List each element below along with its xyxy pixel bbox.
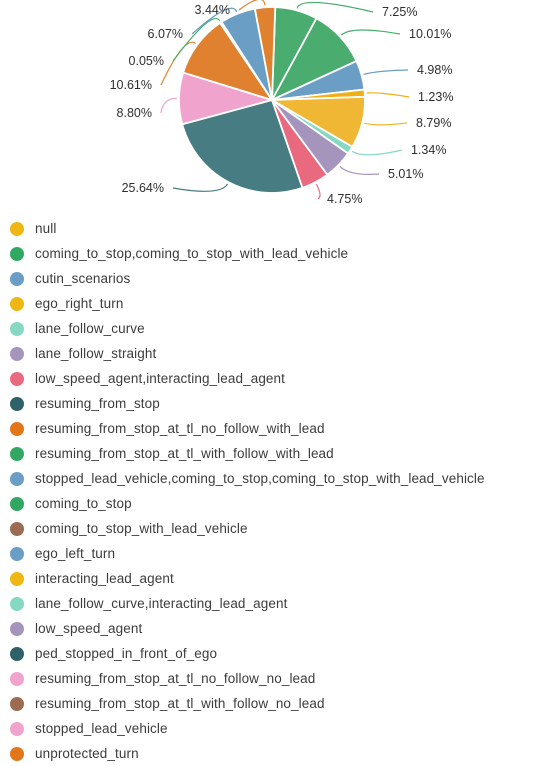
pie-slice-percent-label: 1.23% (418, 90, 453, 104)
legend-color-swatch (10, 446, 24, 461)
legend-item[interactable]: low_speed_agent (0, 616, 558, 641)
legend-item-label: resuming_from_stop_at_tl_no_follow_with_… (35, 421, 325, 436)
legend-item[interactable]: interacting_lead_agent (0, 566, 558, 591)
pie-slice-percent-label: 0.05% (129, 54, 164, 68)
legend-item[interactable]: ego_right_turn (0, 291, 558, 316)
legend-item[interactable]: ego_left_turn (0, 541, 558, 566)
legend-item[interactable]: lane_follow_curve,interacting_lead_agent (0, 591, 558, 616)
pie-slice-percent-label: 4.98% (417, 63, 452, 77)
pie-chart-svg: 7.25% 10.01% 4.98% 1.23% 8.79% 1.34% 5.01% 4.75… (110, 0, 453, 206)
legend-item-label: stopped_lead_vehicle,coming_to_stop,comi… (35, 471, 485, 486)
legend-color-swatch (10, 746, 24, 761)
legend-color-swatch (10, 246, 24, 261)
legend-item[interactable]: ped_stopped_in_front_of_ego (0, 641, 558, 666)
legend-item[interactable]: coming_to_stop,coming_to_stop_with_lead_… (0, 241, 558, 266)
legend-item[interactable]: low_speed_agent,interacting_lead_agent (0, 366, 558, 391)
legend-color-swatch (10, 546, 24, 561)
legend-item-label: interacting_lead_agent (35, 571, 174, 586)
legend-item-label: coming_to_stop_with_lead_vehicle (35, 521, 248, 536)
pie-slice-percent-label: 10.61% (110, 78, 152, 92)
legend-item[interactable]: resuming_from_stop_at_tl_no_follow_with_… (0, 416, 558, 441)
legend-item[interactable]: null (0, 216, 558, 241)
chart-legend: null coming_to_stop,coming_to_stop_with_l… (0, 216, 558, 766)
pie-chart-figure: 7.25% 10.01% 4.98% 1.23% 8.79% 1.34% 5.01% 4.75… (0, 0, 558, 212)
legend-item[interactable]: resuming_from_stop (0, 391, 558, 416)
legend-item[interactable]: coming_to_stop (0, 491, 558, 516)
legend-item-label: resuming_from_stop_at_tl_no_follow_no_le… (35, 671, 316, 686)
legend-item-label: null (35, 221, 57, 236)
legend-color-swatch (10, 646, 24, 661)
legend-item-label: ped_stopped_in_front_of_ego (35, 646, 218, 661)
legend-item[interactable]: cutin_scenarios (0, 266, 558, 291)
legend-item-label: stopped_lead_vehicle (35, 721, 168, 736)
legend-color-swatch (10, 571, 24, 586)
legend-item-label: resuming_from_stop_at_tl_with_follow_no_… (35, 696, 325, 711)
legend-item[interactable]: stopped_lead_vehicle,coming_to_stop,comi… (0, 466, 558, 491)
legend-item-label: resuming_from_stop (35, 396, 160, 411)
legend-color-swatch (10, 696, 24, 711)
legend-color-swatch (10, 346, 24, 361)
legend-item-label: lane_follow_curve (35, 321, 145, 336)
pie-label-leader-line (296, 1, 374, 13)
pie-label-leader-line (363, 122, 408, 126)
legend-color-swatch (10, 521, 24, 536)
pie-label-leader-line (172, 183, 229, 192)
pie-slice-percent-label: 7.25% (382, 5, 417, 19)
pie-slice-percent-label: 4.75% (327, 192, 362, 206)
legend-color-swatch (10, 596, 24, 611)
legend-item[interactable]: unprotected_turn (0, 741, 558, 766)
legend-color-swatch (10, 671, 24, 686)
legend-item[interactable]: lane_follow_straight (0, 341, 558, 366)
legend-item[interactable]: coming_to_stop_with_lead_vehicle (0, 516, 558, 541)
pie-label-leader-line (366, 92, 410, 98)
pie-slice-percent-label: 8.80% (117, 106, 152, 120)
legend-item-label: cutin_scenarios (35, 271, 131, 286)
pie-label-leader-line (340, 29, 401, 36)
pie-label-leader-line (351, 149, 403, 156)
legend-color-swatch (10, 471, 24, 486)
pie-slice-percent-label: 3.44% (195, 3, 230, 17)
legend-color-swatch (10, 221, 24, 236)
legend-color-swatch (10, 621, 24, 636)
legend-color-swatch (10, 296, 24, 311)
legend-item-label: low_speed_agent,interacting_lead_agent (35, 371, 285, 386)
pie-label-leader-line (315, 183, 321, 200)
pie-slice-percent-label: 6.07% (148, 27, 183, 41)
legend-color-swatch (10, 496, 24, 511)
legend-item-label: ego_right_turn (35, 296, 124, 311)
pie-label-leader-line (363, 69, 409, 75)
legend-item-label: coming_to_stop,coming_to_stop_with_lead_… (35, 246, 349, 261)
legend-item[interactable]: resuming_from_stop_at_tl_with_follow_no_… (0, 691, 558, 716)
legend-item[interactable]: lane_follow_curve (0, 316, 558, 341)
legend-item[interactable]: resuming_from_stop_at_tl_no_follow_no_le… (0, 666, 558, 691)
pie-slice-percent-label: 10.01% (409, 27, 451, 41)
pie-label-leader-line (339, 165, 380, 175)
legend-item-label: lane_follow_curve,interacting_lead_agent (35, 596, 288, 611)
legend-color-swatch (10, 721, 24, 736)
legend-item[interactable]: stopped_lead_vehicle (0, 716, 558, 741)
pie-label-leader-line (160, 97, 178, 114)
pie-slice-percent-label: 5.01% (388, 167, 423, 181)
legend-color-swatch (10, 396, 24, 411)
legend-item-label: low_speed_agent (35, 621, 143, 636)
legend-color-swatch (10, 271, 24, 286)
legend-item-label: coming_to_stop (35, 496, 132, 511)
legend-item-label: lane_follow_straight (35, 346, 157, 361)
pie-slice-percent-label: 8.79% (416, 116, 451, 130)
legend-item-label: ego_left_turn (35, 546, 116, 561)
legend-color-swatch (10, 421, 24, 436)
legend-item-label: resuming_from_stop_at_tl_with_follow_wit… (35, 446, 334, 461)
legend-item[interactable]: resuming_from_stop_at_tl_with_follow_wit… (0, 441, 558, 466)
legend-color-swatch (10, 371, 24, 386)
legend-item-label: unprotected_turn (35, 746, 139, 761)
pie-slice-percent-label: 25.64% (122, 181, 164, 195)
pie-slice-percent-label: 1.34% (411, 143, 446, 157)
legend-color-swatch (10, 321, 24, 336)
